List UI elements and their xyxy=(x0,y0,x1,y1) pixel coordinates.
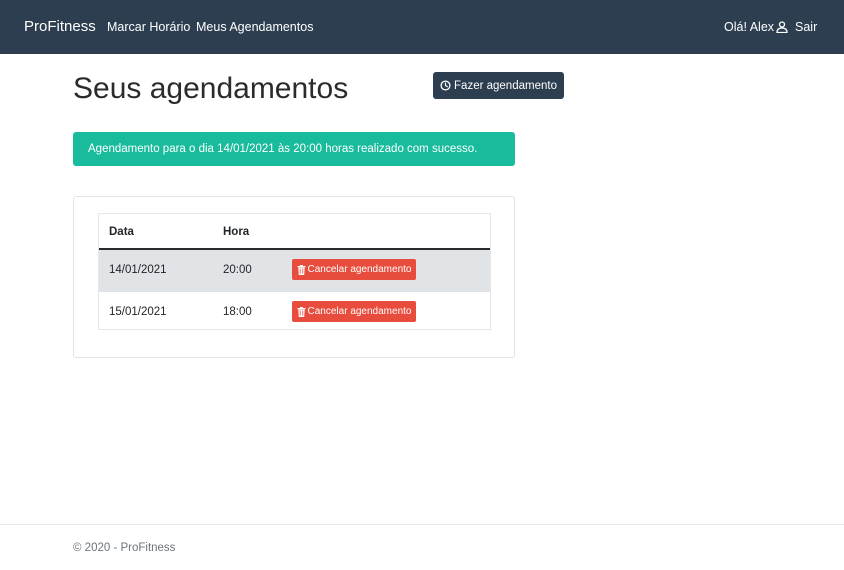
new-appointment-label: Fazer agendamento xyxy=(454,79,557,92)
table-header: Data Hora xyxy=(99,214,490,250)
cell-hora: 20:00 xyxy=(223,264,252,276)
clock-icon xyxy=(440,80,451,91)
footer-divider xyxy=(0,524,844,525)
cell-hora: 18:00 xyxy=(223,306,252,318)
appointments-table: Data Hora 14/01/2021 20:00 Cancelar agen… xyxy=(98,213,491,330)
table-row: 15/01/2021 18:00 Cancelar agendamento xyxy=(99,291,490,332)
nav-marcar-horario[interactable]: Marcar Horário xyxy=(107,20,190,34)
nav-meus-agendamentos[interactable]: Meus Agendamentos xyxy=(196,20,313,34)
new-appointment-button[interactable]: Fazer agendamento xyxy=(433,72,564,99)
cell-data: 14/01/2021 xyxy=(109,264,167,276)
cancel-appointment-button[interactable]: Cancelar agendamento xyxy=(292,259,416,280)
footer-copyright: © 2020 - ProFitness xyxy=(73,542,176,554)
cell-data: 15/01/2021 xyxy=(109,306,167,318)
greeting-text: Olá! Alex xyxy=(724,20,775,34)
trash-icon xyxy=(297,306,306,317)
page-title: Seus agendamentos xyxy=(73,72,349,105)
header-hora: Hora xyxy=(223,226,250,238)
brand-logo[interactable]: ProFitness xyxy=(24,18,96,35)
success-alert: Agendamento para o dia 14/01/2021 às 20:… xyxy=(73,132,515,166)
header-data: Data xyxy=(109,226,134,238)
alert-message: Agendamento para o dia 14/01/2021 às 20:… xyxy=(88,143,478,155)
appointments-card: Data Hora 14/01/2021 20:00 Cancelar agen… xyxy=(73,196,515,358)
trash-icon xyxy=(297,264,306,275)
user-icon xyxy=(776,21,788,33)
logout-link[interactable]: Sair xyxy=(795,20,817,34)
cancel-label: Cancelar agendamento xyxy=(307,264,412,275)
navbar: ProFitness Marcar Horário Meus Agendamen… xyxy=(0,0,844,54)
cancel-appointment-button[interactable]: Cancelar agendamento xyxy=(292,301,416,322)
table-row: 14/01/2021 20:00 Cancelar agendamento xyxy=(99,250,490,291)
cancel-label: Cancelar agendamento xyxy=(307,306,412,317)
user-greeting[interactable]: Olá! Alex xyxy=(724,20,788,34)
